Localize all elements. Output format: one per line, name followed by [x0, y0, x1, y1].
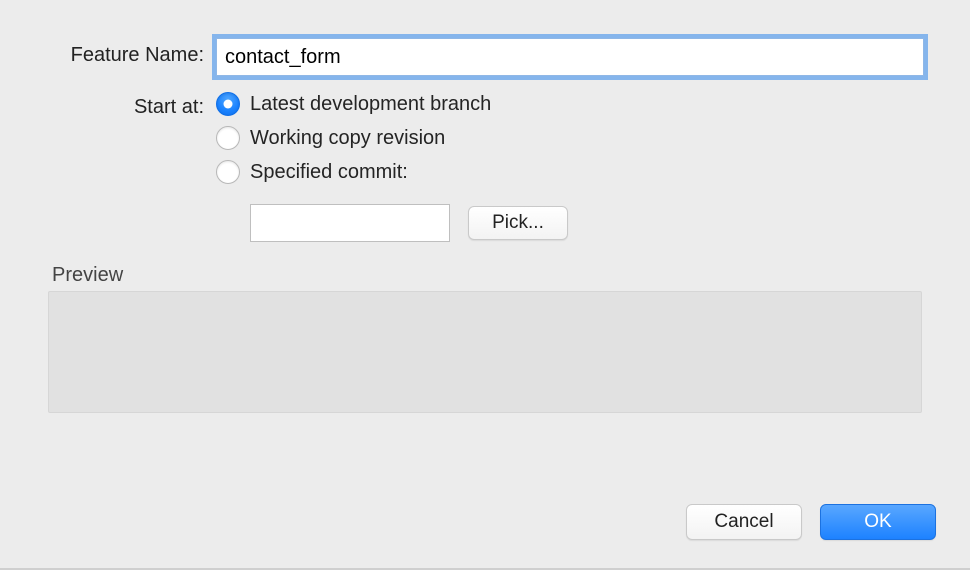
- radio-button-icon: [216, 92, 240, 116]
- radio-working-copy[interactable]: Working copy revision: [216, 126, 924, 150]
- start-at-label: Start at:: [46, 90, 216, 119]
- start-at-row: Start at: Latest development branch Work…: [46, 90, 924, 242]
- feature-name-field: [216, 38, 924, 76]
- radio-button-icon: [216, 160, 240, 184]
- feature-name-input[interactable]: [216, 38, 924, 76]
- radio-specified-commit[interactable]: Specified commit:: [216, 160, 924, 184]
- specified-commit-row: Pick...: [250, 204, 924, 242]
- pick-button[interactable]: Pick...: [468, 206, 568, 240]
- new-feature-dialog: Feature Name: Start at: Latest developme…: [0, 0, 970, 413]
- start-at-radio-group: Latest development branch Working copy r…: [216, 90, 924, 242]
- feature-name-row: Feature Name:: [46, 38, 924, 76]
- ok-button[interactable]: OK: [820, 504, 936, 540]
- preview-section: Preview: [46, 264, 924, 413]
- commit-input[interactable]: [250, 204, 450, 242]
- preview-label: Preview: [52, 264, 922, 287]
- feature-name-label: Feature Name:: [46, 38, 216, 67]
- dialog-footer: Cancel OK: [686, 504, 936, 540]
- radio-label: Latest development branch: [250, 93, 491, 116]
- radio-label: Working copy revision: [250, 127, 445, 150]
- preview-box: [48, 291, 922, 413]
- radio-latest-development[interactable]: Latest development branch: [216, 92, 924, 116]
- radio-label: Specified commit:: [250, 161, 408, 184]
- cancel-button[interactable]: Cancel: [686, 504, 802, 540]
- radio-button-icon: [216, 126, 240, 150]
